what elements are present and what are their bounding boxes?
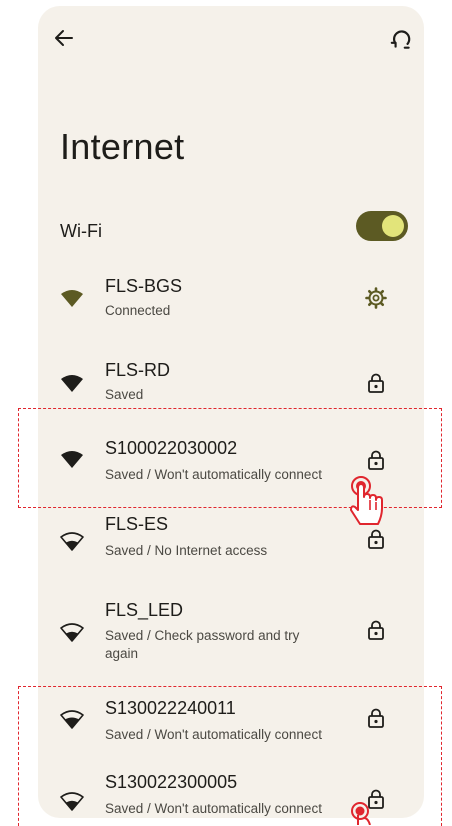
network-status: Saved / Check password and try again — [105, 628, 300, 661]
wifi-signal-icon — [61, 375, 83, 392]
network-item-fls-bgs[interactable]: FLS-BGS Connected — [38, 268, 424, 338]
network-item-fls-led[interactable]: FLS_LED Saved / Check password and try a… — [38, 596, 424, 676]
highlight-box — [18, 686, 442, 826]
wifi-label: Wi-Fi — [60, 221, 102, 241]
gear-icon[interactable] — [364, 286, 388, 310]
lock-icon — [368, 373, 384, 393]
network-name: FLS-RD — [105, 360, 171, 380]
network-status: Connected — [105, 303, 171, 318]
network-status: Saved / No Internet access — [105, 543, 268, 558]
network-name: FLS_LED — [105, 600, 184, 620]
wifi-signal-icon — [61, 290, 83, 307]
network-status: Saved — [105, 387, 144, 402]
toggle-knob — [382, 215, 404, 237]
arrow-back-icon[interactable] — [52, 26, 76, 50]
network-name: FLS-BGS — [105, 276, 183, 296]
refresh-icon[interactable] — [388, 26, 414, 52]
wifi-toggle[interactable] — [356, 211, 408, 241]
tap-hand-icon — [351, 802, 371, 825]
wifi-signal-icon — [60, 532, 84, 551]
wifi-signal-icon — [60, 623, 84, 642]
tap-hand-icon — [350, 476, 383, 525]
network-name: FLS-ES — [105, 514, 169, 534]
top-app-bar — [38, 6, 424, 66]
lock-icon — [368, 620, 384, 640]
page-title: Internet — [60, 126, 185, 167]
